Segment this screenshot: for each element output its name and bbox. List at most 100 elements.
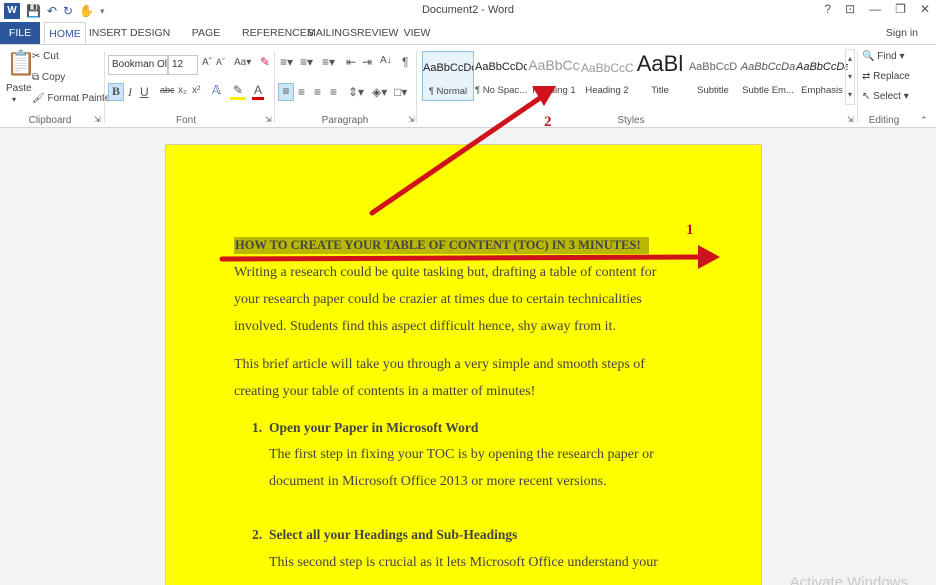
copy-button[interactable]: ⧉ Copy: [32, 72, 65, 83]
tab-references[interactable]: REFERENCES: [242, 22, 314, 44]
shading-icon[interactable]: ◈▾: [372, 85, 387, 99]
style-normal[interactable]: AaBbCcDc ¶ Normal: [422, 51, 474, 101]
document-area[interactable]: HOW TO CREATE YOUR TABLE OF CONTENT (TOC…: [0, 128, 936, 585]
style-subtitle[interactable]: AaBbCcD Subtitle: [687, 51, 739, 101]
text-line: The first step in fixing your TOC is by …: [269, 447, 654, 462]
style-sample: AaBbCcDa: [740, 61, 796, 73]
step-2-title[interactable]: Select all your Headings and Sub-Heading…: [269, 527, 517, 543]
tab-view[interactable]: VIEW: [400, 22, 434, 44]
clipboard-launcher-icon[interactable]: ⇲: [94, 115, 101, 124]
text-effects-icon[interactable]: 𝔸: [212, 83, 221, 97]
editing-group-label: Editing: [868, 115, 900, 126]
paragraph-2[interactable]: This brief article will take you through…: [234, 351, 694, 405]
align-left-button[interactable]: ≡: [278, 83, 294, 101]
font-size-box[interactable]: 12: [168, 55, 198, 75]
style-title[interactable]: AaBl Title: [634, 51, 686, 101]
ribbon-display-icon[interactable]: ⊡: [845, 2, 855, 16]
style-heading-2[interactable]: AaBbCcC Heading 2: [581, 51, 633, 101]
styles-group-label: Styles: [617, 115, 645, 126]
cut-button[interactable]: ✂ Cut: [32, 51, 59, 62]
clear-format-icon[interactable]: ✎: [260, 55, 270, 69]
align-center-button[interactable]: ≡: [298, 85, 305, 99]
sort-icon[interactable]: A↓: [380, 55, 392, 66]
step-1-body[interactable]: The first step in fixing your TOC is by …: [269, 441, 689, 495]
text-line: This brief article will take you through…: [234, 357, 645, 372]
show-marks-icon[interactable]: ¶: [402, 55, 408, 69]
paragraph-launcher-icon[interactable]: ⇲: [408, 115, 415, 124]
tab-review[interactable]: REVIEW: [357, 22, 398, 44]
subscript-button[interactable]: x₂: [178, 85, 187, 96]
grow-font-icon[interactable]: Aˆ: [202, 57, 212, 68]
step-2-body[interactable]: This second step is crucial as it lets M…: [269, 549, 689, 576]
bullets-icon[interactable]: ≡▾: [280, 55, 293, 69]
style-no-spacing[interactable]: AaBbCcDc ¶ No Spac...: [475, 51, 527, 101]
select-label: Select: [873, 91, 901, 102]
annotation-label-1: 1: [686, 222, 694, 238]
find-button[interactable]: 🔍 Find ▾: [862, 51, 905, 62]
highlight-icon[interactable]: ✎: [230, 83, 246, 100]
font-launcher-icon[interactable]: ⇲: [265, 115, 272, 124]
close-icon[interactable]: ✕: [920, 2, 930, 16]
format-painter-button[interactable]: 🖌 Format Painter: [32, 93, 114, 104]
find-label: Find: [877, 51, 897, 62]
underline-button[interactable]: U: [140, 85, 149, 99]
list-number: 1.: [252, 420, 263, 435]
style-emphasis[interactable]: AaBbCcDa Emphasis: [796, 51, 848, 101]
tab-page-layout[interactable]: PAGE LAYOUT: [173, 22, 239, 61]
font-name-box[interactable]: Bookman Ol: [108, 55, 168, 75]
paragraph-1[interactable]: Writing a research could be quite taskin…: [234, 259, 694, 340]
tab-home[interactable]: HOME: [44, 22, 86, 45]
line-spacing-icon[interactable]: ⇕▾: [348, 85, 364, 99]
text-line: document in Microsoft Office 2013 or mor…: [269, 474, 607, 489]
style-name: Title: [651, 85, 669, 96]
style-sample: AaBbCcDc: [423, 62, 473, 74]
text-line: Writing a research could be quite taskin…: [234, 265, 657, 280]
multilevel-list-icon[interactable]: ≡▾: [322, 55, 335, 69]
paste-dropdown-icon[interactable]: ▾: [12, 95, 16, 104]
change-case-icon[interactable]: Aa▾: [234, 57, 251, 68]
styles-launcher-icon[interactable]: ⇲: [847, 115, 854, 124]
styles-scroll-icon[interactable]: ▴ ▾ ▾: [845, 49, 855, 105]
ribbon-tabs: FILE HOME INSERT DESIGN PAGE LAYOUT REFE…: [0, 22, 936, 61]
borders-icon[interactable]: □▾: [394, 85, 407, 99]
align-right-button[interactable]: ≡: [314, 85, 321, 99]
group-divider: [416, 51, 417, 123]
increase-indent-icon[interactable]: ⇥: [362, 55, 372, 69]
paste-button[interactable]: Paste: [6, 83, 32, 94]
select-button[interactable]: ↖ Select ▾: [862, 91, 909, 102]
document-heading[interactable]: HOW TO CREATE YOUR TABLE OF CONTENT (TOC…: [234, 237, 649, 254]
style-subtle-emphasis[interactable]: AaBbCcDa Subtle Em...: [740, 51, 796, 101]
step-1-title[interactable]: Open your Paper in Microsoft Word: [269, 420, 478, 436]
paste-icon[interactable]: 📋: [6, 49, 36, 78]
font-color-icon[interactable]: A: [252, 83, 264, 100]
help-icon[interactable]: ?: [824, 2, 831, 16]
style-name: Heading 2: [585, 85, 629, 96]
bold-button[interactable]: B: [108, 83, 124, 101]
style-name: ¶ No Spac...: [475, 85, 527, 96]
activate-windows-watermark: Activate Windows: [789, 574, 908, 585]
minimize-icon[interactable]: —: [869, 2, 881, 16]
cut-label: Cut: [43, 51, 59, 62]
decrease-indent-icon[interactable]: ⇤: [346, 55, 356, 69]
sign-in-link[interactable]: Sign in: [886, 27, 918, 39]
restore-icon[interactable]: ❐: [895, 2, 906, 16]
tab-mailings[interactable]: MAILINGS: [307, 22, 357, 44]
tab-design[interactable]: DESIGN: [130, 22, 170, 44]
style-heading-1[interactable]: AaBbCc Heading 1: [528, 51, 580, 101]
justify-button[interactable]: ≡: [330, 85, 337, 99]
document-page[interactable]: HOW TO CREATE YOUR TABLE OF CONTENT (TOC…: [165, 144, 762, 585]
binoculars-icon: 🔍: [862, 51, 875, 62]
collapse-ribbon-icon[interactable]: ⌃: [920, 115, 928, 126]
group-divider: [104, 51, 105, 123]
superscript-button[interactable]: x²: [192, 85, 200, 96]
tab-insert[interactable]: INSERT: [88, 22, 128, 44]
italic-button[interactable]: I: [128, 85, 132, 100]
strikethrough-button[interactable]: abc: [160, 85, 175, 95]
numbering-icon[interactable]: ≡▾: [300, 55, 313, 69]
replace-button[interactable]: ⇄ Replace: [862, 71, 910, 82]
list-number: 2.: [252, 527, 263, 542]
shrink-font-icon[interactable]: Aˇ: [216, 57, 225, 67]
text-line: involved. Students find this aspect diff…: [234, 319, 616, 334]
tab-file[interactable]: FILE: [0, 22, 40, 44]
style-sample: AaBbCcDc: [475, 61, 527, 73]
